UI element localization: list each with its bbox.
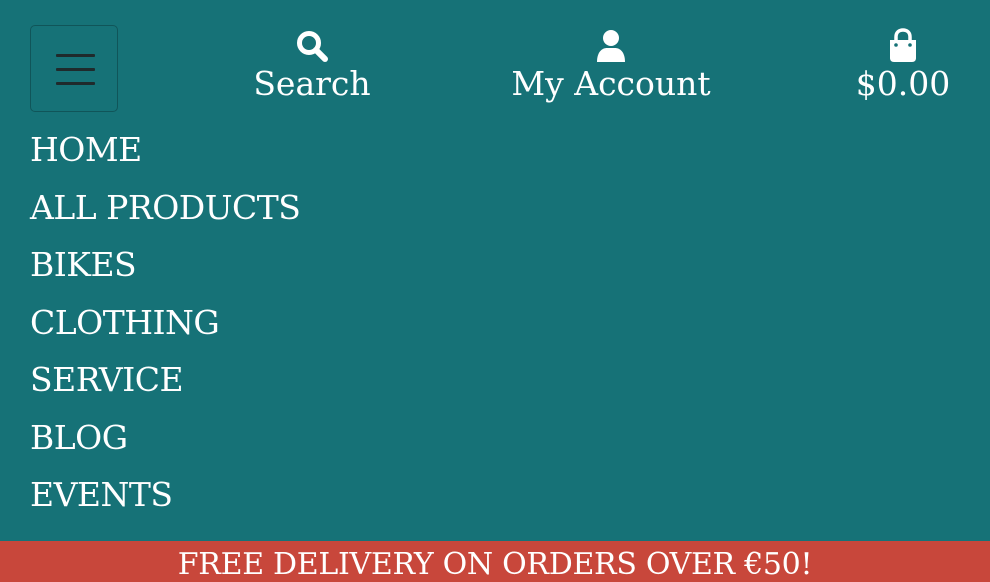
- menu-link-all-products[interactable]: ALL PRODUCTS: [30, 188, 301, 227]
- menu-link-bikes[interactable]: BIKES: [30, 245, 137, 284]
- search-label: Search: [253, 64, 371, 103]
- hamburger-icon-bar: [56, 82, 95, 85]
- menu-item-blog: BLOG: [30, 416, 300, 474]
- free-delivery-banner: FREE DELIVERY ON ORDERS OVER €50!: [0, 541, 990, 582]
- user-icon: [597, 30, 625, 62]
- menu-link-home[interactable]: HOME: [30, 130, 142, 169]
- shopping-bag-icon: [890, 28, 916, 62]
- top-navbar: Search My Account $0.00: [0, 0, 990, 120]
- cart-link[interactable]: $0.00: [840, 28, 966, 104]
- menu-link-service[interactable]: SERVICE: [30, 360, 184, 399]
- main-menu: HOME ALL PRODUCTS BIKES CLOTHING SERVICE…: [30, 128, 301, 531]
- my-account-link[interactable]: My Account: [500, 28, 722, 104]
- menu-item-service: SERVICE: [30, 358, 300, 416]
- hamburger-icon-bar: [56, 68, 95, 71]
- menu-item-home: HOME: [30, 128, 300, 186]
- menu-link-events[interactable]: EVENTS: [30, 475, 173, 514]
- menu-item-events: EVENTS: [30, 473, 300, 531]
- search-link[interactable]: Search: [232, 28, 392, 104]
- menu-link-blog[interactable]: BLOG: [30, 418, 128, 457]
- menu-item-clothing: CLOTHING: [30, 301, 300, 359]
- page: Search My Account $0.00 HOME ALL PRODUCT…: [0, 0, 990, 582]
- hamburger-icon: [56, 54, 95, 57]
- menu-toggle-button[interactable]: [30, 25, 118, 112]
- my-account-label: My Account: [511, 64, 711, 103]
- menu-item-all-products: ALL PRODUCTS: [30, 186, 301, 244]
- search-icon: [297, 31, 328, 62]
- cart-total: $0.00: [855, 64, 951, 103]
- menu-link-clothing[interactable]: CLOTHING: [30, 303, 220, 342]
- menu-item-bikes: BIKES: [30, 243, 300, 301]
